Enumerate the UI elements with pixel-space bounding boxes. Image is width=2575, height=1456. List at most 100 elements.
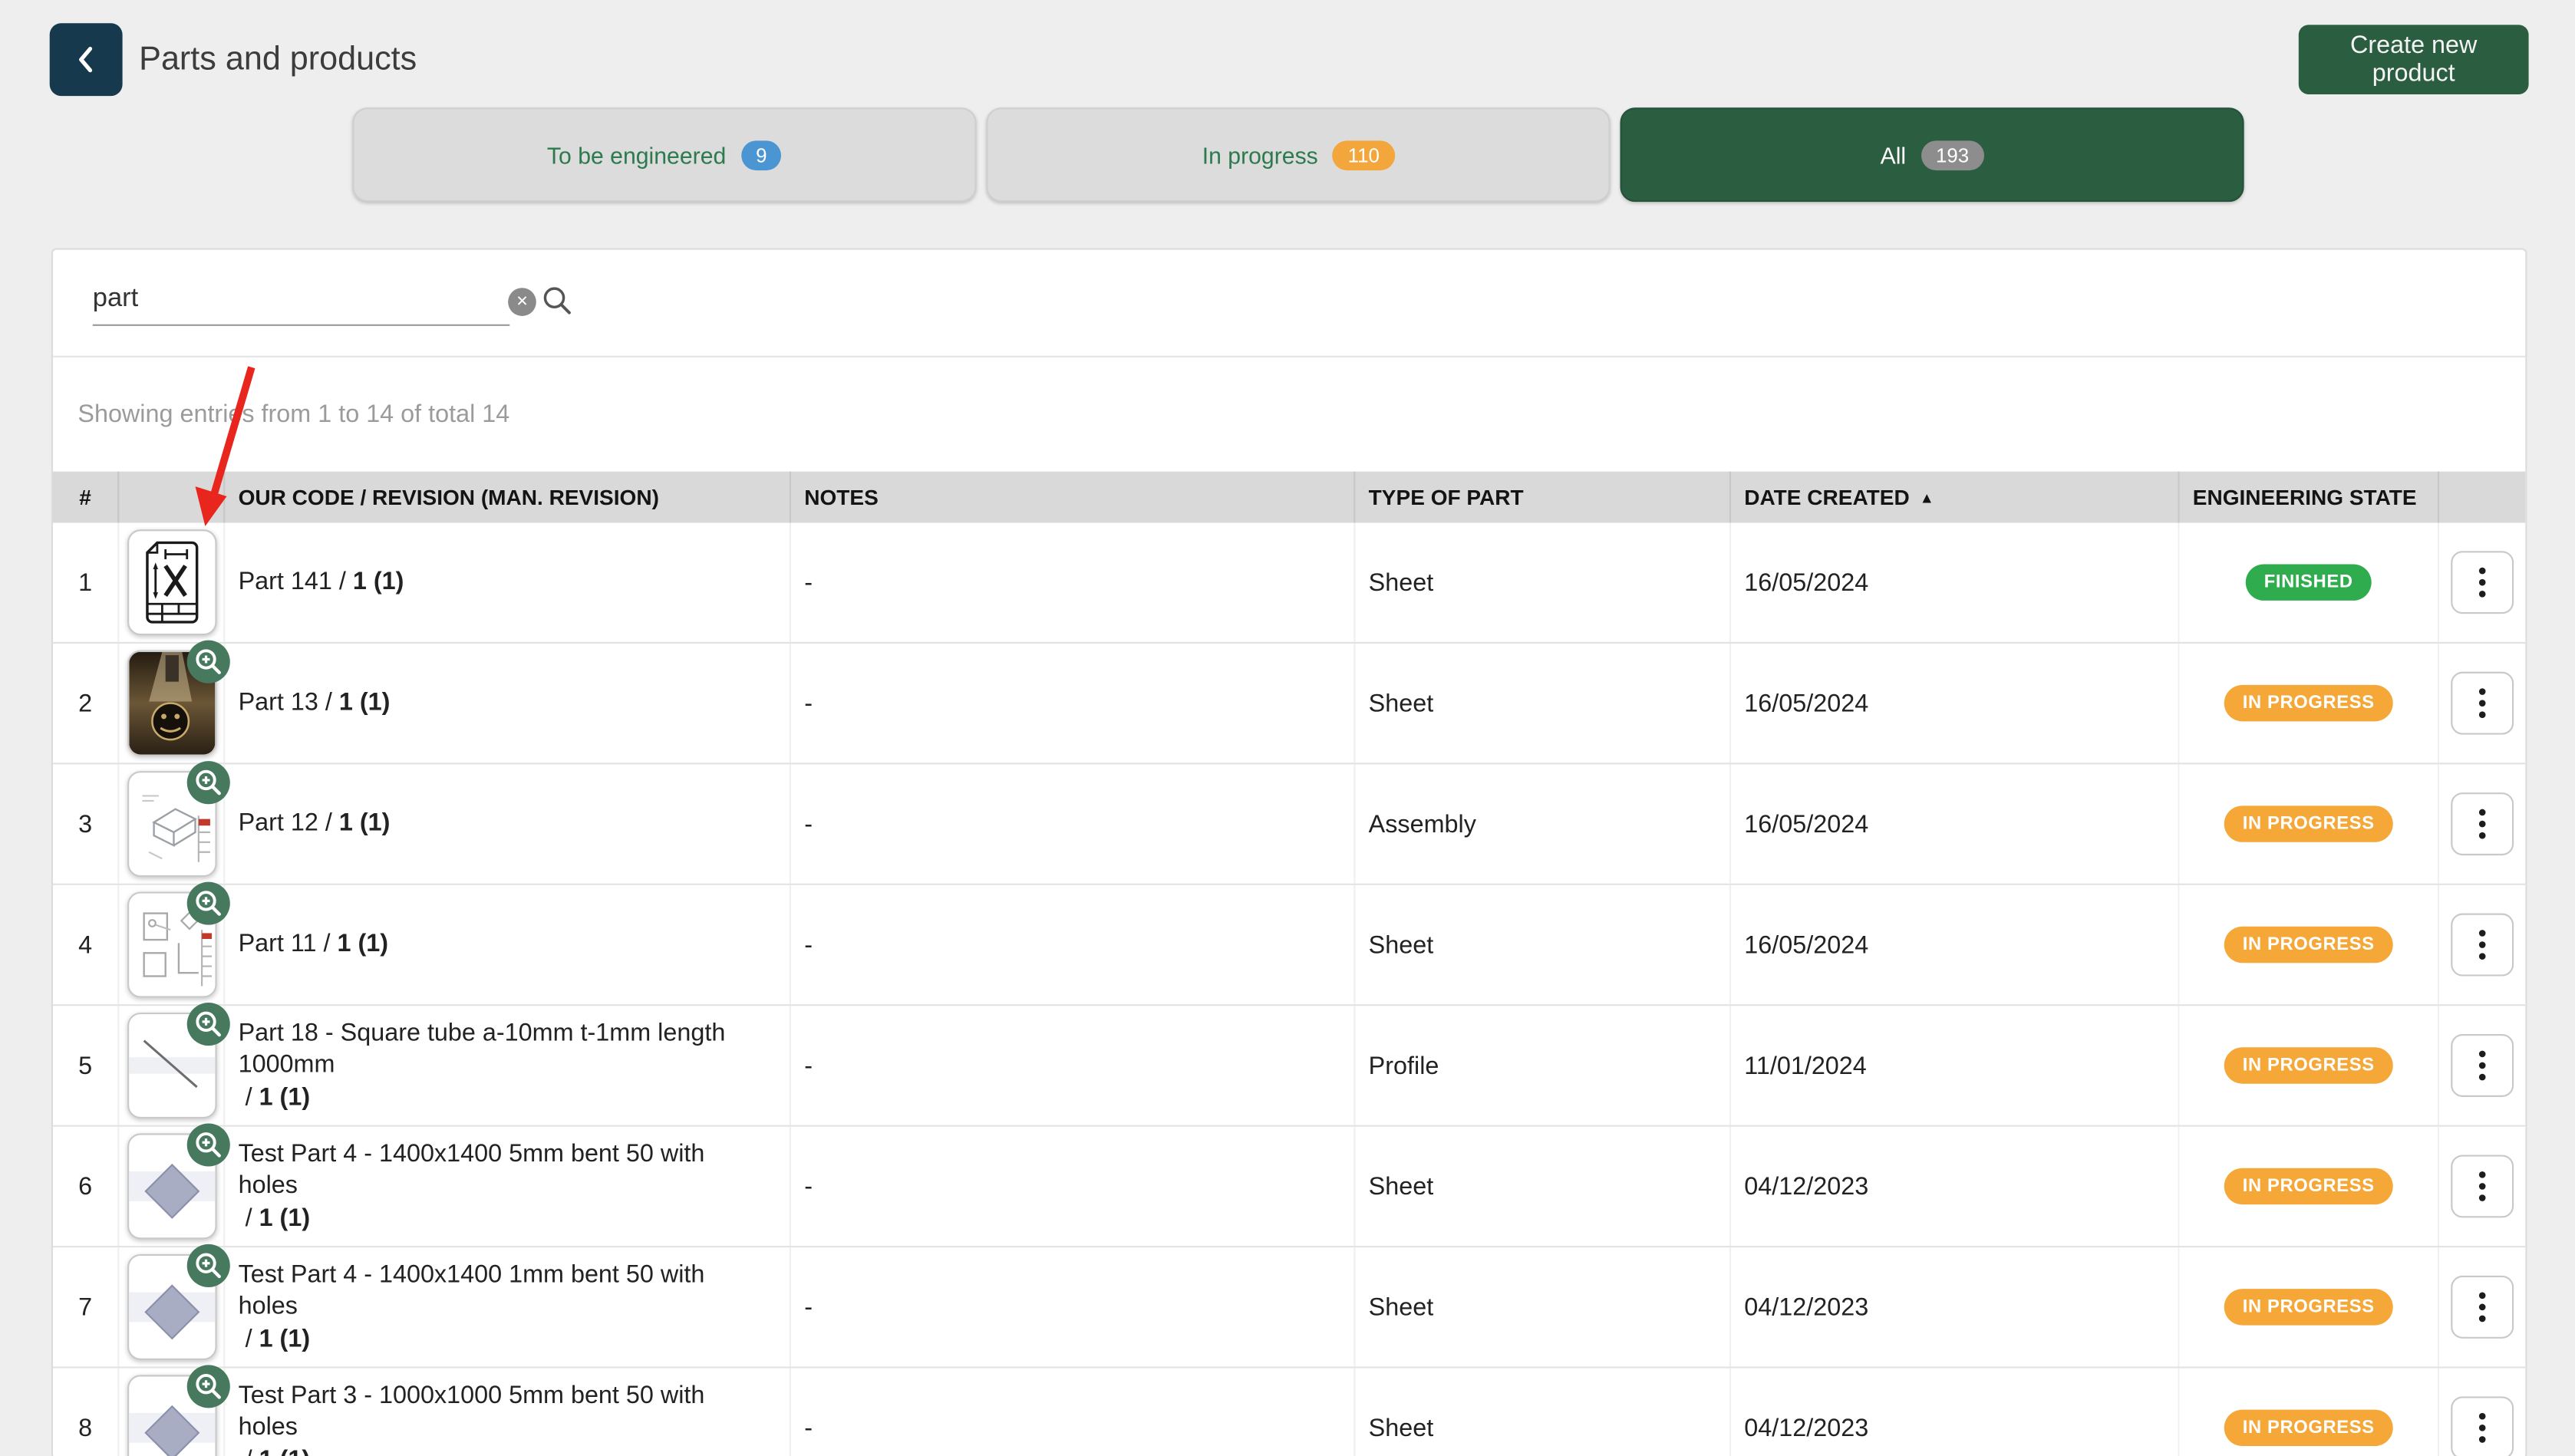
part-thumbnail[interactable] [127,651,216,756]
search-row: ✕ [53,250,2525,357]
part-thumbnail[interactable] [127,1375,216,1456]
part-date-created: 04/12/2023 [1731,1127,2179,1246]
engineering-state-badge: IN PROGRESS [2224,1410,2392,1446]
row-number: 3 [53,764,119,883]
table-row[interactable]: 3 [53,764,2525,884]
row-number: 2 [53,644,119,763]
zoom-in-icon[interactable] [186,882,229,925]
zoom-in-icon[interactable] [186,1003,229,1046]
part-thumbnail[interactable] [127,892,216,998]
part-revision: 1 (1) [259,1202,311,1234]
engineering-state-badge: IN PROGRESS [2224,927,2392,963]
kebab-icon [2479,1292,2486,1299]
table-row[interactable]: 7 Test Part 4 - 1400x1400 [53,1247,2525,1368]
engineering-state-badge: IN PROGRESS [2224,1168,2392,1204]
row-number: 6 [53,1127,119,1246]
engineering-state-badge: IN PROGRESS [2224,1289,2392,1325]
part-type: Sheet [1355,1247,1731,1366]
part-type: Sheet [1355,523,1731,642]
tab-all[interactable]: All 193 [1621,107,2244,202]
tab-label: In progress [1202,141,1318,168]
part-notes: - [791,523,1355,642]
part-type: Sheet [1355,1127,1731,1246]
engineering-state-badge: IN PROGRESS [2224,685,2392,721]
column-header-state[interactable]: ENGINEERING STATE [2180,472,2440,523]
kebab-icon [2479,568,2486,575]
row-number: 4 [53,885,119,1004]
column-header-type[interactable]: TYPE OF PART [1355,472,1731,523]
row-number: 1 [53,523,119,642]
part-code: Test Part 4 - 1400x1400 5mm bent 50 with… [239,1138,767,1202]
count-badge: 110 [1333,140,1394,170]
part-thumbnail[interactable] [127,771,216,877]
row-number: 8 [53,1369,119,1456]
search-input[interactable] [93,275,510,326]
zoom-in-icon[interactable] [186,1244,229,1287]
entries-summary: Showing entries from 1 to 14 of total 14 [53,357,2525,472]
row-actions-button[interactable] [2451,914,2514,977]
part-date-created: 16/05/2024 [1731,885,2179,1004]
part-date-created: 11/01/2024 [1731,1006,2179,1125]
table-header: # OUR CODE / REVISION (MAN. REVISION) NO… [53,472,2525,523]
clear-search-icon[interactable]: ✕ [508,288,536,316]
row-actions-button[interactable] [2451,551,2514,614]
part-thumbnail[interactable] [127,1133,216,1239]
parts-and-products-page: Parts and products Create new product To… [0,0,2575,1456]
part-thumbnail[interactable] [127,529,216,635]
zoom-in-icon[interactable] [186,1365,229,1408]
create-new-product-button[interactable]: Create new product [2299,25,2529,94]
row-actions-button[interactable] [2451,1034,2514,1097]
part-code: Part 12 [239,808,318,840]
part-thumbnail[interactable] [127,1013,216,1118]
table-row[interactable]: 2 [53,644,2525,764]
count-badge: 9 [741,140,782,170]
engineering-state-badge: IN PROGRESS [2224,805,2392,842]
row-actions-button[interactable] [2451,672,2514,735]
kebab-icon [2479,1051,2486,1058]
part-type: Assembly [1355,764,1731,883]
search-icon[interactable] [541,285,572,324]
row-actions-button[interactable] [2451,1155,2514,1217]
column-header-thumbnail [119,472,225,523]
chevron-left-icon [68,41,104,77]
part-thumbnail[interactable] [127,1254,216,1360]
part-notes: - [791,885,1355,1004]
part-code: Part 11 [239,929,317,961]
part-date-created: 16/05/2024 [1731,644,2179,763]
column-header-code[interactable]: OUR CODE / REVISION (MAN. REVISION) [225,472,791,523]
part-revision: 1 (1) [339,808,391,840]
row-actions-button[interactable] [2451,792,2514,855]
kebab-icon [2479,809,2486,816]
row-number: 7 [53,1247,119,1366]
part-date-created: 16/05/2024 [1731,764,2179,883]
tab-label: To be engineered [547,141,726,168]
column-header-date[interactable]: DATE CREATED ▲ [1731,472,2179,523]
technical-drawing-placeholder-icon [128,531,214,634]
part-revision: 1 (1) [259,1323,311,1356]
row-actions-button[interactable] [2451,1396,2514,1456]
engineering-state-badge: FINISHED [2246,564,2371,600]
table-row[interactable]: 1 [53,523,2525,644]
part-notes: - [791,1247,1355,1366]
table-row[interactable]: 8 Test Part 3 - 1000x1000 [53,1369,2525,1456]
table-row[interactable]: 6 Test Part 4 - 1400x1400 [53,1127,2525,1247]
back-button[interactable] [50,23,123,96]
zoom-in-icon[interactable] [186,641,229,684]
part-revision: 1 (1) [259,1082,311,1114]
column-header-num: # [53,472,119,523]
table-row[interactable]: 5 Part 18 - Square tube a [53,1006,2525,1126]
tab-to-be-engineered[interactable]: To be engineered 9 [352,107,976,202]
sort-ascending-icon: ▲ [1920,489,1934,506]
part-notes: - [791,644,1355,763]
row-actions-button[interactable] [2451,1276,2514,1339]
table-row[interactable]: 4 [53,885,2525,1006]
zoom-in-icon[interactable] [186,761,229,804]
zoom-in-icon[interactable] [186,1123,229,1166]
part-date-created: 04/12/2023 [1731,1369,2179,1456]
part-revision: 1 (1) [337,929,388,961]
part-revision: 1 (1) [353,566,404,598]
part-date-created: 04/12/2023 [1731,1247,2179,1366]
parts-list-card: ✕ Showing entries from 1 to 14 of total … [51,249,2527,1456]
tab-in-progress[interactable]: In progress 110 [986,107,1610,202]
column-header-notes[interactable]: NOTES [791,472,1355,523]
